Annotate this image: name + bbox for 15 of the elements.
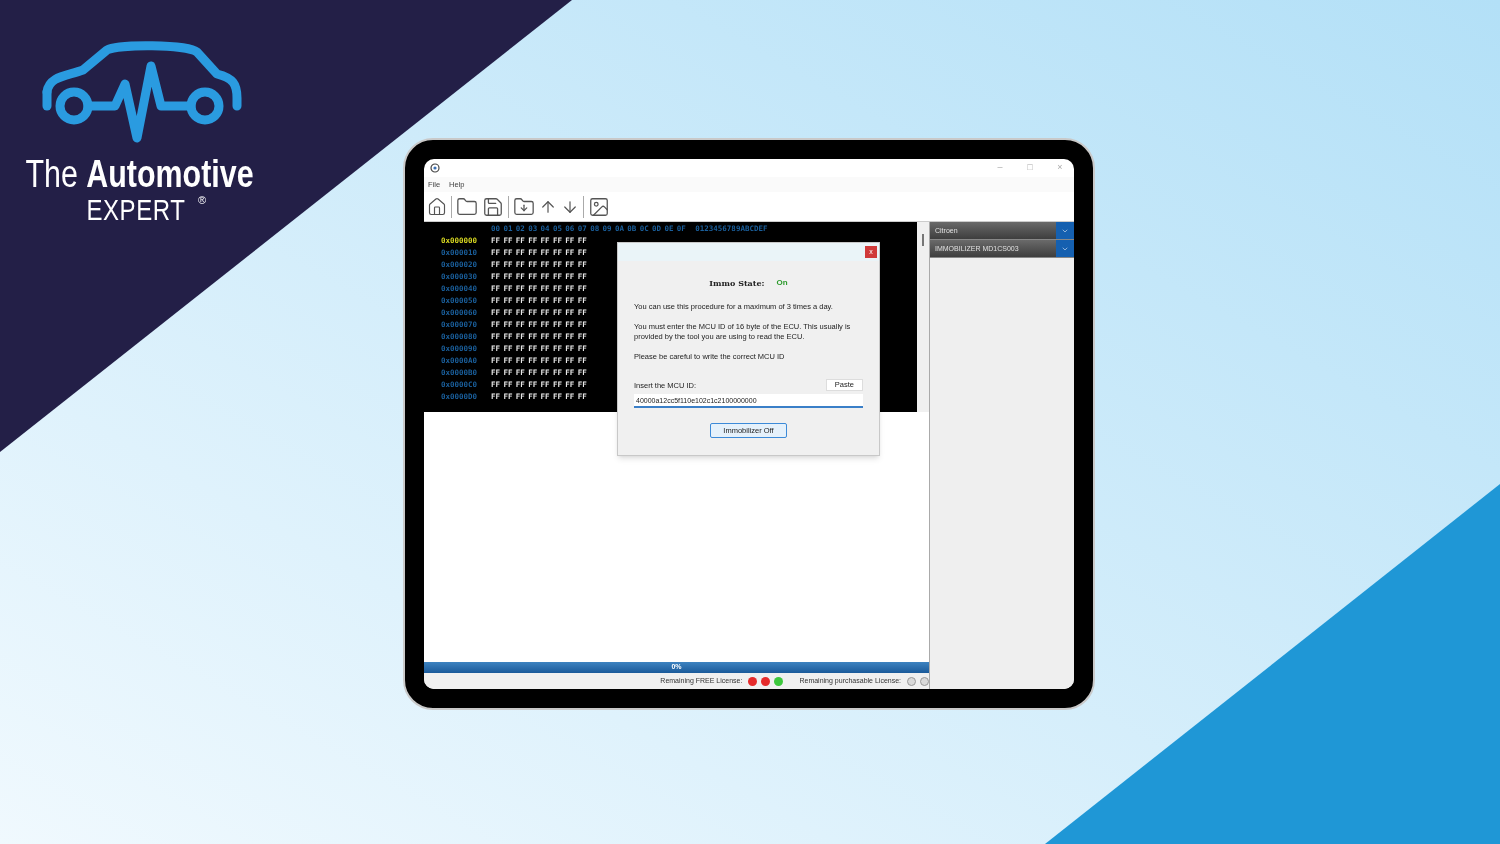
folder-icon[interactable]	[456, 195, 478, 218]
save-icon[interactable]	[482, 195, 504, 218]
state-value: On	[776, 277, 788, 289]
brand-title: The Automotive	[26, 154, 255, 194]
import-icon[interactable]	[513, 195, 535, 218]
brand-subtitle: EXPERT	[86, 194, 186, 226]
window-control[interactable]: ×	[1054, 161, 1066, 175]
window-control[interactable]: □	[1024, 161, 1036, 175]
window-control[interactable]: –	[994, 161, 1006, 175]
app-icon	[430, 163, 440, 173]
home-icon[interactable]	[427, 196, 447, 217]
registered-mark: ®	[197, 194, 207, 206]
image-icon[interactable]	[588, 195, 610, 218]
state-label: Immo State:	[709, 277, 765, 289]
scrollbar[interactable]	[917, 222, 929, 412]
